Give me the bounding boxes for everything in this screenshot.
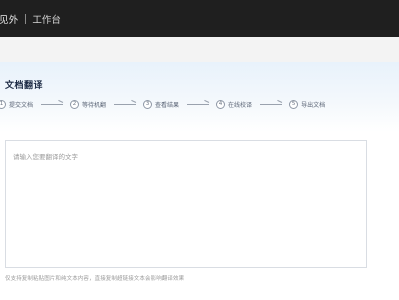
workspace-link[interactable]: 工作台 <box>32 12 61 26</box>
step-label: 提交文档 <box>9 101 34 109</box>
top-navigation-bar: 见外 工作台 <box>0 0 399 37</box>
nav-divider <box>25 13 27 24</box>
translation-input-container <box>5 140 367 268</box>
step-label: 查看结果 <box>155 101 180 109</box>
step-label: 等待机翻 <box>82 101 107 109</box>
step-wait-machine-translation: 2 等待机翻 <box>70 99 107 109</box>
step-label: 导出文档 <box>301 101 326 109</box>
brand-link[interactable]: 见外 <box>0 12 18 26</box>
secondary-bar <box>0 37 399 62</box>
step-number: 1 <box>0 99 6 109</box>
paste-notice: 仅支持复制粘贴图片和纯文本内容，直接复制超链接文本会影响翻译效果 <box>5 276 185 282</box>
arrow-icon <box>260 103 283 105</box>
arrow-icon <box>41 103 64 105</box>
arrow-icon <box>187 103 210 105</box>
page-title: 文档翻译 <box>5 81 44 91</box>
arrow-icon <box>114 103 137 105</box>
step-online-proofread: 4 在线校译 <box>216 99 253 109</box>
step-view-results: 3 查看结果 <box>143 99 180 109</box>
step-submit-document: 1 提交文档 <box>0 99 34 109</box>
steps-progress: 1 提交文档 2 等待机翻 3 查看结果 4 在线校译 5 导出文档 <box>0 98 325 110</box>
step-number: 5 <box>289 99 299 109</box>
translation-text-input[interactable] <box>6 141 366 267</box>
step-export-document: 5 导出文档 <box>289 99 326 109</box>
step-number: 4 <box>216 99 226 109</box>
step-label: 在线校译 <box>228 101 253 109</box>
step-number: 2 <box>70 99 80 109</box>
step-number: 3 <box>143 99 153 109</box>
